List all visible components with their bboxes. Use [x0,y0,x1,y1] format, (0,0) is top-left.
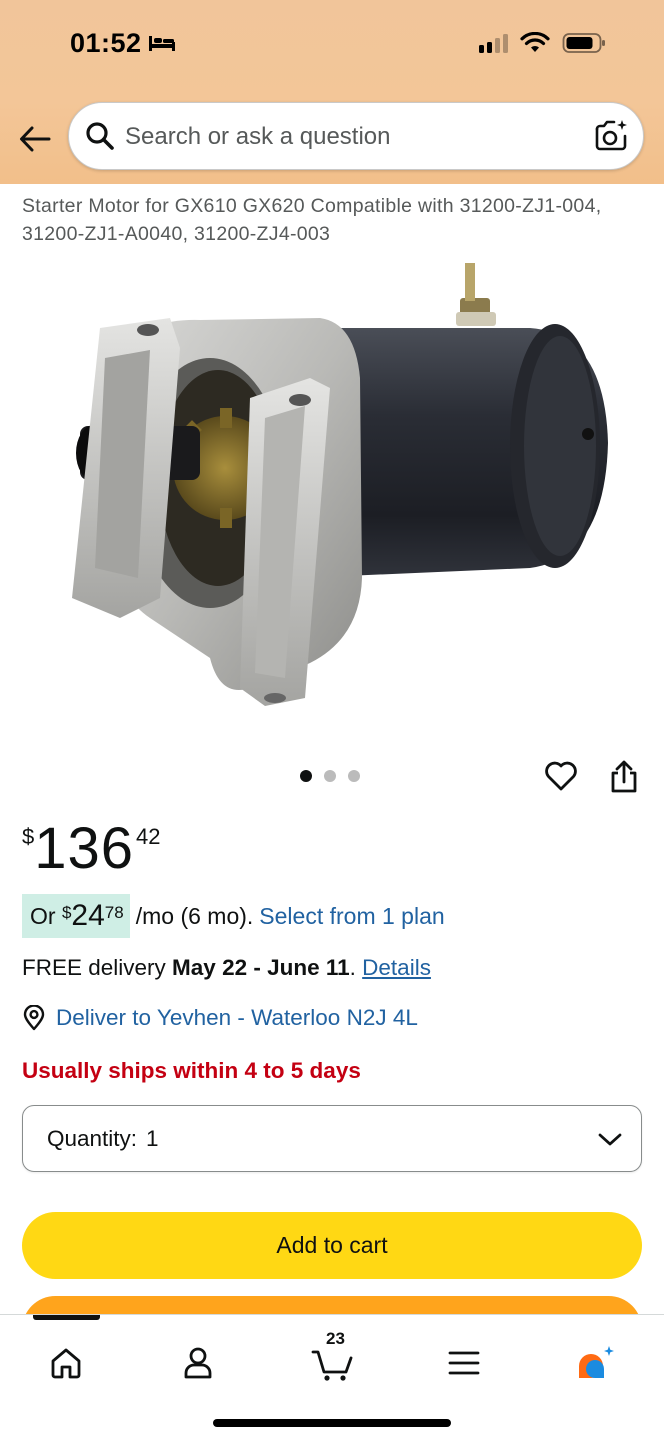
search-bar[interactable] [68,102,644,170]
price-whole: 136 [34,816,135,881]
wifi-icon [520,32,550,52]
delivery-info: FREE delivery May 22 - June 11. Details [22,955,431,981]
app-header: 01:52 [0,0,664,184]
location-pin-icon [23,1005,45,1031]
price-fraction: 42 [136,824,161,849]
quantity-label: Quantity: [47,1125,138,1151]
nav-account[interactable] [168,1333,228,1393]
installment-offer: Or $ 24 78 /mo (6 mo). Select from 1 pla… [22,894,445,938]
installment-amount: Or $ 24 78 [22,894,130,938]
sleep-focus-icon [149,36,175,51]
nav-home[interactable] [36,1333,96,1393]
product-title: Starter Motor for GX610 GX620 Compatible… [22,195,602,245]
delivery-period: . [349,955,363,980]
deliver-to-label[interactable]: Deliver to Yevhen - Waterloo N2J 4L [56,1005,418,1031]
battery-icon [562,33,605,53]
chevron-down-icon [598,1133,622,1146]
home-icon [51,1348,81,1379]
cellular-signal-icon [479,33,508,53]
image-carousel-dots[interactable] [300,770,360,782]
nav-menu[interactable] [434,1333,494,1393]
status-time: 01:52 [70,28,142,58]
search-icon [86,122,114,150]
installment-suffix: /mo (6 mo). [135,902,254,929]
wishlist-heart-icon[interactable] [543,758,579,794]
installment-currency: $ [61,903,72,922]
nav-rufus[interactable] [566,1333,626,1393]
account-icon [184,1347,212,1379]
back-arrow-icon [20,126,51,152]
carousel-dot[interactable] [324,770,336,782]
installment-prefix: Or [30,902,62,929]
home-indicator [213,1419,451,1427]
rufus-icon [579,1346,614,1378]
search-input[interactable] [125,117,575,157]
menu-icon [448,1351,480,1375]
back-button[interactable] [16,120,54,158]
add-to-cart-button[interactable]: Add to cart [22,1212,642,1279]
quantity-value: 1 [146,1125,159,1151]
cart-count-badge: 23 [326,1329,345,1348]
select-plan-link[interactable]: Select from 1 plan [259,903,444,930]
camera-lens-icon[interactable] [593,118,629,154]
installment-fraction: 78 [104,903,124,922]
delivery-prefix: FREE delivery [22,955,173,980]
product-price: $ 136 42 [22,818,161,880]
share-icon[interactable] [606,758,642,796]
status-icons [479,32,606,54]
carousel-dot[interactable] [348,770,360,782]
price-currency: $ [22,824,35,849]
product-image[interactable] [60,258,608,718]
availability-status: Usually ships within 4 to 5 days [22,1058,361,1083]
active-tab-indicator [33,1315,100,1320]
delivery-dates: May 22 - June 11 [172,955,350,980]
quantity-selector[interactable]: Quantity: 1 [22,1105,642,1172]
carousel-dot[interactable] [300,770,312,782]
installment-whole: 24 [71,899,105,932]
delivery-details-link[interactable]: Details [362,955,431,980]
deliver-to-location[interactable]: Deliver to Yevhen - Waterloo N2J 4L [22,1005,418,1031]
cart-icon [311,1350,353,1381]
